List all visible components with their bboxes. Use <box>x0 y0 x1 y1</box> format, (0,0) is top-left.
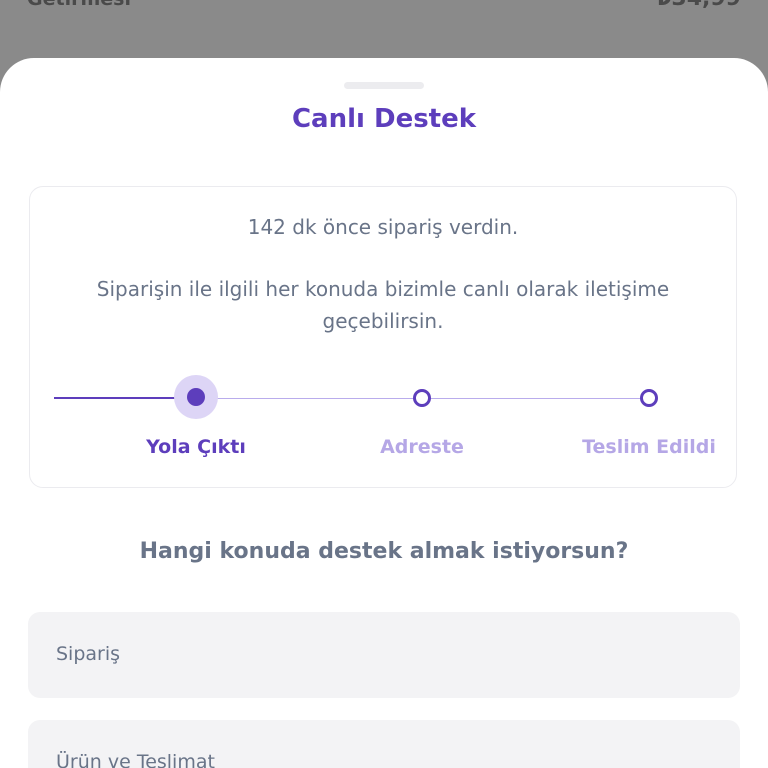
order-description: Siparişin ile ilgili her konuda bizimle … <box>96 277 670 333</box>
support-bottom-sheet: Canlı Destek 142 dk önce sipariş verdin.… <box>0 58 768 768</box>
step-at-address-dot <box>413 389 431 407</box>
support-question: Hangi konuda destek almak istiyorsun? <box>139 539 629 564</box>
support-option-label: Sipariş <box>56 643 121 665</box>
background-order-row: Getirmesi ₺34,99 <box>0 0 768 40</box>
step-delivered-dot <box>640 389 658 407</box>
sheet-title: Canlı Destek <box>291 104 477 134</box>
sheet-drag-handle[interactable] <box>344 82 424 89</box>
support-option-order[interactable]: Sipariş <box>28 612 740 698</box>
order-time-text: 142 dk önce sipariş verdin. <box>247 215 519 239</box>
step-delivered-label: Teslim Edildi <box>582 436 716 458</box>
step-at-address-label: Adreste <box>380 436 464 458</box>
background-item-label: Getirmesi <box>27 0 131 10</box>
step-on-the-way-label: Yola Çıktı <box>146 436 246 458</box>
support-option-label: Ürün ve Teslimat <box>56 751 215 768</box>
support-option-product-delivery[interactable]: Ürün ve Teslimat <box>28 720 740 768</box>
order-status-card: 142 dk önce sipariş verdin. Siparişin il… <box>29 186 737 488</box>
background-item-price: ₺34,99 <box>656 0 741 11</box>
step-on-the-way-dot <box>187 388 205 406</box>
